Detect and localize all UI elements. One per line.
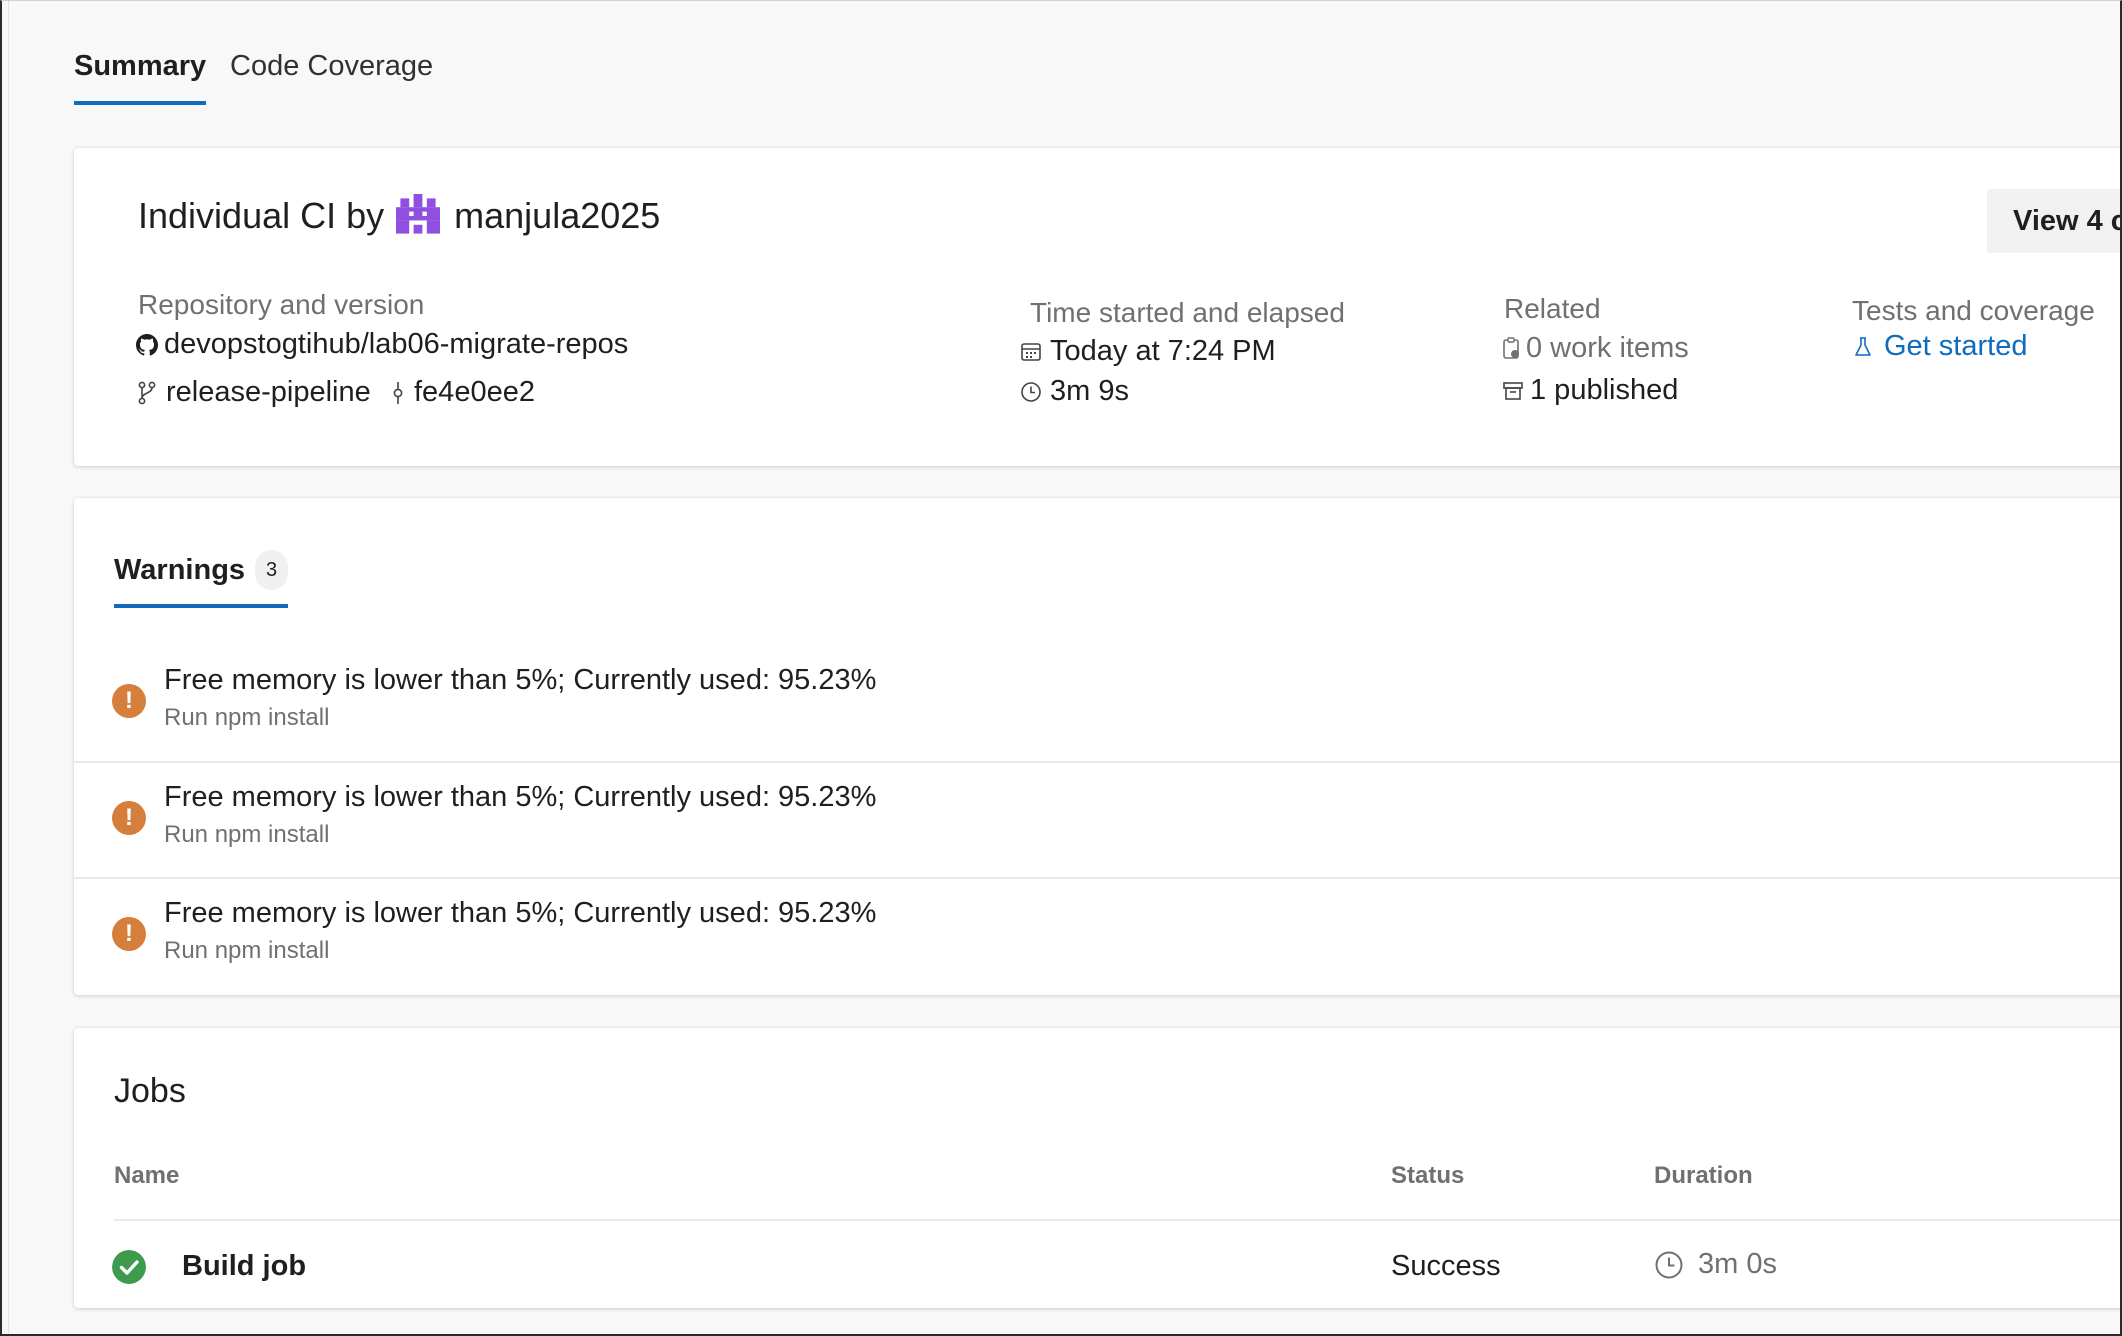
time-label: Time started and elapsed bbox=[1030, 297, 1345, 328]
column-header-duration: Duration bbox=[1654, 1162, 1753, 1189]
repo-link[interactable]: devopstogtihub/lab06-migrate-repos bbox=[136, 328, 628, 361]
work-item-icon bbox=[1503, 336, 1519, 359]
job-duration-value: 3m 0s bbox=[1698, 1248, 1777, 1280]
branch-name: release-pipeline bbox=[166, 376, 371, 408]
work-items-link[interactable]: 0 work items bbox=[1502, 332, 1689, 365]
time-started: Today at 7:24 PM bbox=[1020, 335, 1276, 368]
branch-icon bbox=[138, 381, 156, 404]
warnings-tab-label: Warnings bbox=[114, 553, 246, 586]
warning-message: Free memory is lower than 5%; Currently … bbox=[164, 664, 877, 696]
clock-icon bbox=[1021, 381, 1041, 402]
run-user-name[interactable]: manjula2025 bbox=[454, 195, 660, 237]
success-check-icon bbox=[112, 1250, 146, 1284]
artifact-icon bbox=[1503, 381, 1523, 400]
calendar-icon bbox=[1021, 342, 1041, 361]
warning-source: Run npm install bbox=[164, 704, 330, 731]
warning-message: Free memory is lower than 5%; Currently … bbox=[164, 897, 877, 929]
commit-id: fe4e0ee2 bbox=[414, 376, 535, 408]
left-edge-rule bbox=[8, 0, 9, 1336]
jobs-card: Jobs Name Status Duration Build job Succ… bbox=[74, 1028, 2122, 1308]
flask-icon bbox=[1855, 336, 1871, 356]
run-title: Individual CI by manjula2025 bbox=[138, 194, 660, 238]
published-value: 1 published bbox=[1530, 374, 1679, 406]
tab-code-coverage[interactable]: Code Coverage bbox=[230, 50, 433, 101]
time-started-value: Today at 7:24 PM bbox=[1050, 335, 1276, 367]
warning-row[interactable]: ! Free memory is lower than 5%; Currentl… bbox=[74, 761, 2122, 879]
run-summary-card: Individual CI by manjula2025 View 4 c Re… bbox=[74, 148, 2122, 466]
warning-icon: ! bbox=[112, 684, 146, 718]
warning-row[interactable]: ! Free memory is lower than 5%; Currentl… bbox=[74, 877, 2122, 995]
jobs-title: Jobs bbox=[114, 1072, 186, 1110]
warning-icon: ! bbox=[112, 801, 146, 835]
view-commits-button[interactable]: View 4 c bbox=[1987, 189, 2122, 253]
repo-label: Repository and version bbox=[138, 289, 425, 320]
warning-row[interactable]: ! Free memory is lower than 5%; Currentl… bbox=[74, 646, 2122, 762]
commit-icon bbox=[393, 381, 403, 404]
branch-link[interactable]: release-pipeline bbox=[136, 376, 371, 409]
github-icon bbox=[136, 333, 158, 356]
tests-label: Tests and coverage bbox=[1852, 295, 2095, 326]
warnings-count-badge: 3 bbox=[255, 550, 288, 590]
warning-message: Free memory is lower than 5%; Currently … bbox=[164, 781, 877, 813]
column-header-status: Status bbox=[1391, 1162, 1465, 1189]
warning-icon: ! bbox=[112, 917, 146, 951]
repo-name: devopstogtihub/lab06-migrate-repos bbox=[164, 328, 629, 360]
user-avatar-icon bbox=[396, 194, 441, 238]
warning-source: Run npm install bbox=[164, 821, 330, 848]
get-started-link[interactable]: Get started bbox=[1854, 330, 2027, 363]
published-link[interactable]: 1 published bbox=[1502, 374, 1678, 407]
warnings-card: Warnings 3 ! Free memory is lower than 5… bbox=[74, 498, 2122, 995]
tab-warnings[interactable]: Warnings 3 bbox=[114, 550, 288, 608]
column-header-name: Name bbox=[114, 1162, 180, 1189]
get-started-text: Get started bbox=[1884, 330, 2028, 362]
tab-summary[interactable]: Summary bbox=[74, 50, 207, 105]
jobs-header-divider bbox=[114, 1219, 2122, 1221]
commit-link[interactable]: fe4e0ee2 bbox=[390, 376, 535, 409]
related-label: Related bbox=[1504, 293, 1601, 324]
work-items-value: 0 work items bbox=[1526, 332, 1689, 364]
job-duration: 3m 0s bbox=[1654, 1248, 1777, 1281]
time-elapsed-value: 3m 9s bbox=[1050, 375, 1129, 407]
job-name[interactable]: Build job bbox=[182, 1250, 306, 1283]
clock-icon bbox=[1655, 1251, 1683, 1278]
job-status: Success bbox=[1391, 1250, 1501, 1282]
warning-source: Run npm install bbox=[164, 937, 330, 964]
run-title-prefix: Individual CI by bbox=[138, 195, 385, 236]
time-elapsed: 3m 9s bbox=[1020, 375, 1129, 408]
